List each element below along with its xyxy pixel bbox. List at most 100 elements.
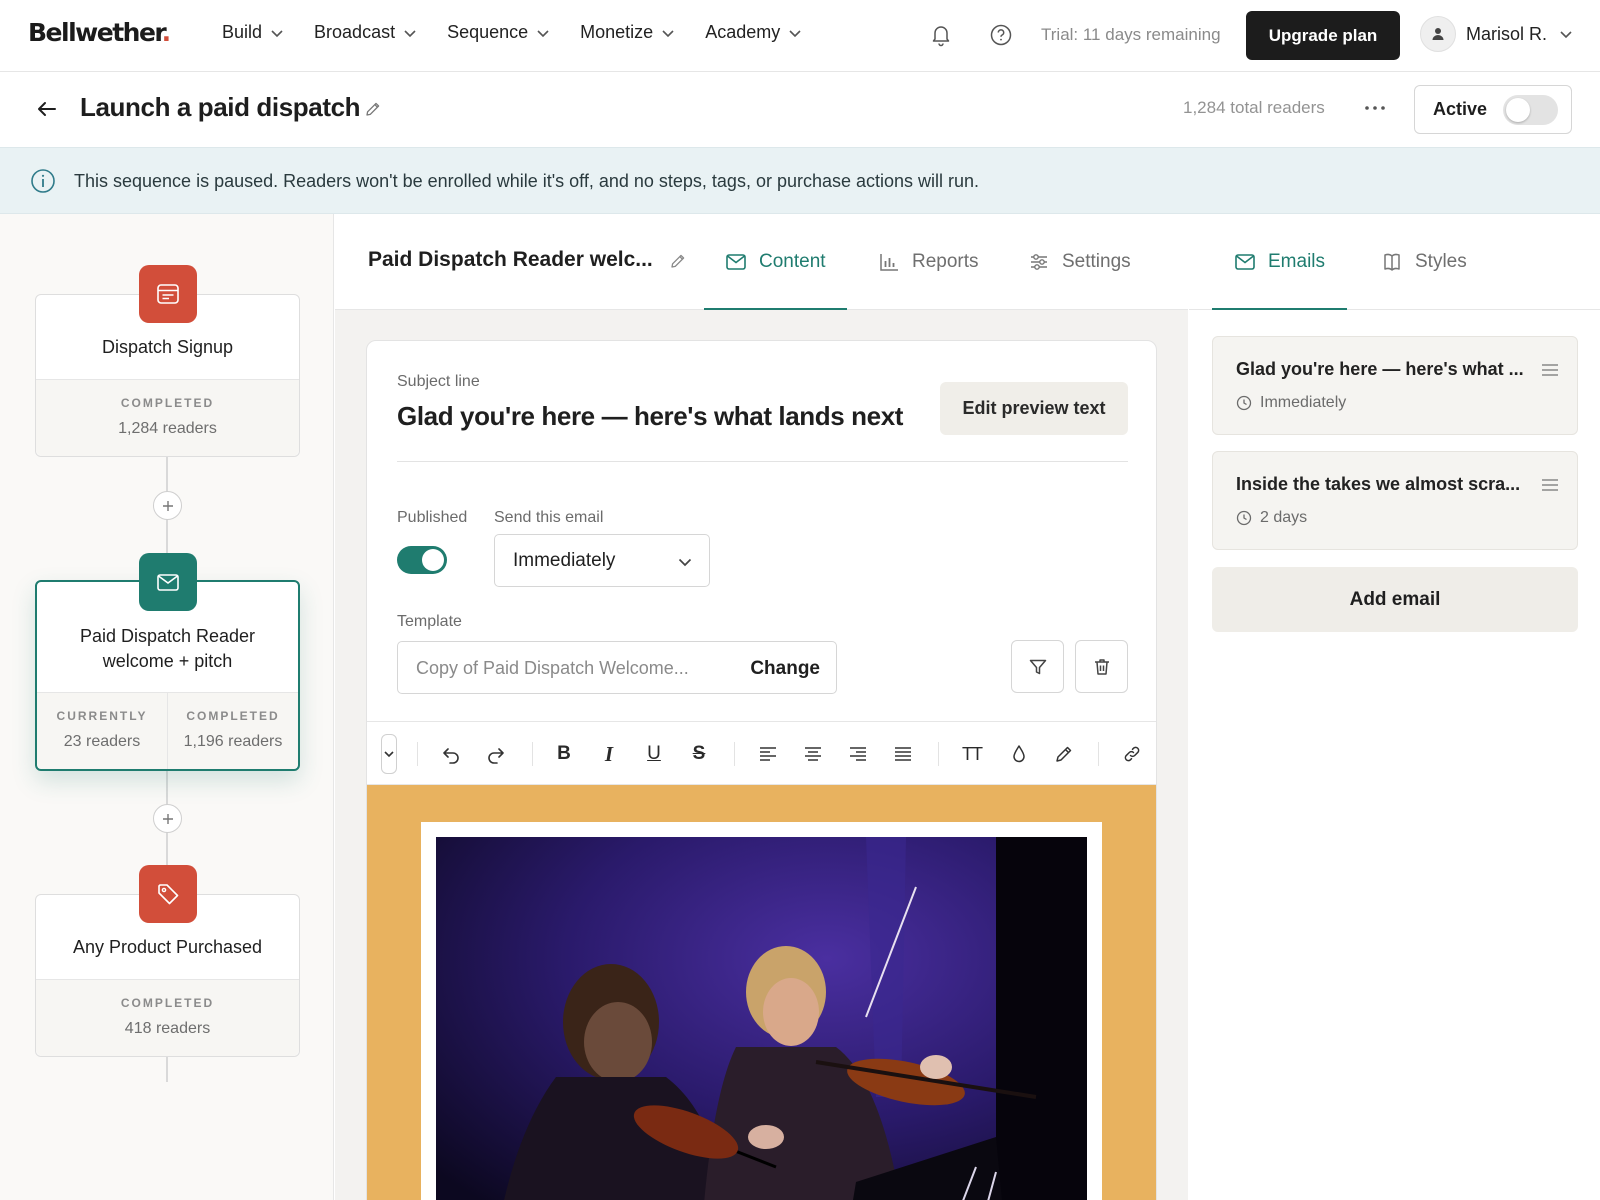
back-arrow-icon[interactable] <box>34 96 60 122</box>
add-email-button[interactable]: Add email <box>1212 567 1578 632</box>
node-title: Any Product Purchased <box>72 937 263 957</box>
chevron-down-icon <box>678 558 692 567</box>
published-toggle[interactable] <box>397 546 447 574</box>
align-right-button[interactable] <box>846 742 870 766</box>
emails-panel-header: Emails Styles <box>1189 214 1600 311</box>
brand-logo[interactable]: Bellwether. <box>28 18 171 47</box>
strikethrough-button[interactable]: S <box>687 742 711 766</box>
nav-monetize[interactable]: Monetize <box>580 22 675 43</box>
trial-status: Trial: 11 days remaining <box>1041 25 1221 44</box>
toolbar-divider <box>532 742 533 766</box>
pencil-icon[interactable] <box>364 100 382 118</box>
undo-icon <box>443 748 459 764</box>
active-toggle[interactable]: Active <box>1414 85 1572 134</box>
node-stats: COMPLETED 418 readers <box>36 979 299 1056</box>
pencil-icon[interactable] <box>669 252 687 270</box>
subject-line[interactable]: Glad you're here — here's what lands nex… <box>397 401 903 432</box>
nav-broadcast[interactable]: Broadcast <box>314 22 417 43</box>
bold-button[interactable]: B <box>552 742 576 766</box>
change-template-button[interactable]: Change <box>750 658 820 680</box>
active-label: Active <box>1433 99 1488 119</box>
link-button[interactable] <box>1120 742 1144 766</box>
justify-icon <box>895 747 911 761</box>
justify-button[interactable] <box>891 742 915 766</box>
info-icon <box>31 169 55 193</box>
avatar <box>1420 16 1456 52</box>
drag-handle-icon[interactable] <box>1541 363 1559 377</box>
chevron-down-icon <box>662 29 674 37</box>
chevron-down-icon <box>384 751 394 758</box>
node-stats: CURRENTLY 23 readers COMPLETED 1,196 rea… <box>37 692 298 769</box>
undo-button[interactable] <box>439 742 463 766</box>
underline-button[interactable]: U <box>642 742 666 766</box>
chevron-down-icon <box>1560 31 1572 39</box>
email-item-title: Inside the takes we almost scra... <box>1236 474 1521 494</box>
email-item[interactable]: Inside the takes we almost scra... 2 day… <box>1212 451 1578 550</box>
divider <box>397 461 1128 462</box>
form-node-icon <box>139 265 197 323</box>
active-switch[interactable] <box>1503 94 1559 125</box>
link-icon <box>1124 746 1140 762</box>
banner-message: This sequence is paused. Readers won't b… <box>74 171 980 191</box>
sliders-icon <box>1031 254 1047 270</box>
node-title: Paid Dispatch Reader welcome + pitch <box>79 626 256 671</box>
switch-knob <box>422 549 444 571</box>
filter-button[interactable] <box>1011 640 1064 693</box>
more-options-icon[interactable] <box>1362 96 1388 120</box>
nav-academy[interactable]: Academy <box>705 22 802 43</box>
email-image-block[interactable] <box>421 822 1102 1200</box>
nav-sequence[interactable]: Sequence <box>447 22 550 43</box>
align-right-icon <box>850 747 866 761</box>
clock-icon <box>1236 510 1252 526</box>
italic-button[interactable]: I <box>597 742 621 766</box>
tag-node-icon <box>139 865 197 923</box>
plus-icon <box>162 813 173 824</box>
form-icon <box>157 284 179 304</box>
redo-icon <box>488 748 504 764</box>
email-canvas[interactable] <box>367 785 1156 1200</box>
add-step-button[interactable] <box>153 491 182 520</box>
switch-knob <box>1506 97 1531 122</box>
main-menu: Build Broadcast Sequence Monetize Academ… <box>222 22 832 43</box>
bar-chart-icon <box>880 254 898 271</box>
email-editor-card: Subject line Glad you're here — here's w… <box>366 340 1157 1200</box>
sequence-header: Launch a paid dispatch 1,284 total reade… <box>0 72 1600 147</box>
formatting-toolbar: B I U S TT <box>367 721 1156 785</box>
help-icon[interactable] <box>988 22 1014 48</box>
mail-icon <box>1235 254 1255 270</box>
page-title: Launch a paid dispatch <box>80 92 361 122</box>
published-label: Published <box>397 509 468 526</box>
bell-icon[interactable] <box>928 22 954 48</box>
drag-handle-icon[interactable] <box>1541 478 1559 492</box>
text-size-button[interactable]: TT <box>957 742 987 766</box>
delete-button[interactable] <box>1075 640 1128 693</box>
tab-emails[interactable]: Emails <box>1212 214 1348 311</box>
send-timing-select[interactable]: Immediately <box>494 534 710 587</box>
align-center-button[interactable] <box>801 742 825 766</box>
upgrade-plan-button[interactable]: Upgrade plan <box>1246 11 1400 60</box>
text-color-button[interactable] <box>1007 742 1031 766</box>
tab-content[interactable]: Content <box>704 214 847 311</box>
add-step-button[interactable] <box>153 804 182 833</box>
align-left-icon <box>760 747 776 761</box>
tab-reports[interactable]: Reports <box>878 214 979 310</box>
tab-styles[interactable]: Styles <box>1381 214 1467 310</box>
plus-icon <box>162 500 173 511</box>
book-icon <box>1384 253 1400 271</box>
template-field[interactable]: Copy of Paid Dispatch Welcome... Change <box>397 641 837 694</box>
redo-button[interactable] <box>484 742 508 766</box>
align-left-button[interactable] <box>756 742 780 766</box>
edit-preview-text-button[interactable]: Edit preview text <box>940 382 1128 435</box>
violinists-photo <box>436 837 1087 1200</box>
toolbar-divider <box>417 742 418 766</box>
tab-settings[interactable]: Settings <box>1028 214 1131 310</box>
node-title: Dispatch Signup <box>101 337 234 357</box>
user-menu[interactable]: Marisol R. <box>1420 16 1573 52</box>
text-color-icon <box>1013 745 1025 763</box>
user-icon <box>1432 28 1444 40</box>
highlight-button[interactable] <box>1052 742 1076 766</box>
email-item[interactable]: Glad you're here — here's what ... Immed… <box>1212 336 1578 435</box>
nav-build[interactable]: Build <box>222 22 284 43</box>
top-nav: Bellwether. Build Broadcast Sequence Mon… <box>0 0 1600 72</box>
collapse-toolbar-button[interactable] <box>381 734 397 774</box>
